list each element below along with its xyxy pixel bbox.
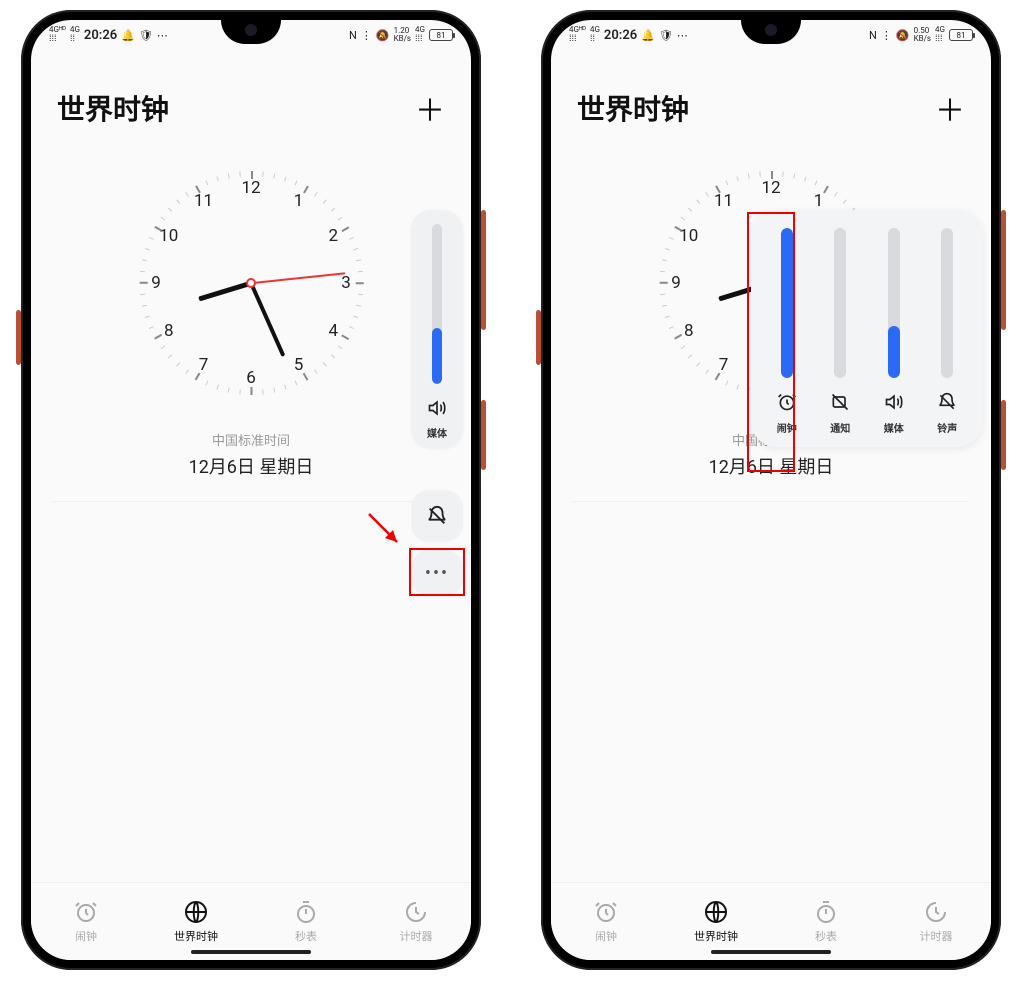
volume-col-notify[interactable]: 通知 bbox=[819, 228, 863, 435]
phone-left: 4Gᴴᴰ⁞⁞⁞ 4G⁞⁞ 20:26 🔔 🛡 ⋯ N ⋮ 🔕 1.20KB/s … bbox=[21, 10, 481, 970]
nfc-icon: N bbox=[349, 29, 357, 42]
stopwatch-icon bbox=[294, 900, 318, 924]
network-1: 4Gᴴᴰ⁞⁞⁞ bbox=[569, 26, 586, 44]
data-rate: 0.50KB/s bbox=[914, 27, 931, 43]
alarm-icon bbox=[74, 900, 98, 924]
speaker-icon bbox=[427, 398, 447, 423]
volume-col-ring[interactable]: 铃声 bbox=[926, 228, 970, 435]
add-city-button[interactable]: ＋ bbox=[935, 86, 965, 130]
status-time: 20:26 bbox=[84, 28, 117, 43]
analog-clock: 123456789101112 bbox=[136, 168, 366, 398]
add-city-button[interactable]: ＋ bbox=[415, 86, 445, 130]
page-title: 世界时钟 bbox=[57, 88, 169, 128]
volume-slider-notify[interactable] bbox=[834, 228, 846, 378]
globe-icon bbox=[704, 900, 728, 924]
side-button-volume bbox=[481, 210, 486, 330]
nav-alarm[interactable]: 闹钟 bbox=[31, 883, 141, 960]
nav-timer[interactable]: 计时器 bbox=[881, 883, 991, 960]
side-button-power bbox=[1001, 400, 1006, 470]
mute-button[interactable] bbox=[411, 490, 463, 542]
network-1: 4Gᴴᴰ⁞⁞⁞ bbox=[49, 26, 66, 44]
date-label: 12月6日 星期日 bbox=[189, 453, 314, 479]
side-button-volume bbox=[1001, 210, 1006, 330]
volume-col-media[interactable]: 媒体 bbox=[872, 228, 916, 435]
home-indicator[interactable] bbox=[191, 950, 311, 954]
bell-icon: 🔔 bbox=[641, 29, 655, 42]
annotation-box-more bbox=[409, 548, 465, 596]
world-clock: 123456789101112 中国标准时间 12月6日 星期日 bbox=[31, 138, 471, 479]
volume-slider-ring[interactable] bbox=[941, 228, 953, 378]
page-title: 世界时钟 bbox=[577, 88, 689, 128]
alarm-icon bbox=[594, 900, 618, 924]
divider bbox=[573, 501, 969, 502]
speaker-icon bbox=[884, 392, 904, 417]
volume-label: 媒体 bbox=[427, 425, 447, 440]
timer-icon bbox=[404, 900, 428, 924]
nav-world-clock[interactable]: 世界时钟 bbox=[141, 883, 251, 960]
nav-world-clock[interactable]: 世界时钟 bbox=[661, 883, 771, 960]
signal: 4G⁞⁞⁞ bbox=[935, 26, 945, 44]
dots-icon: ⋯ bbox=[677, 29, 688, 42]
dots-icon: ⋯ bbox=[157, 29, 168, 42]
nav-stopwatch[interactable]: 秒表 bbox=[251, 883, 361, 960]
nfc-icon: N bbox=[869, 29, 877, 42]
volume-hud[interactable]: 媒体 bbox=[411, 210, 463, 448]
bt-muted-icon: ⋮ bbox=[361, 29, 372, 42]
bell-icon: 🔔 bbox=[121, 29, 135, 42]
bottom-nav: 闹钟 世界时钟 秒表 计时器 bbox=[551, 882, 991, 960]
annotation-arrow bbox=[365, 510, 405, 550]
divider bbox=[53, 501, 449, 502]
volume-slider[interactable] bbox=[432, 224, 442, 384]
annotation-box-alarm bbox=[747, 212, 795, 472]
data-rate: 1.20KB/s bbox=[394, 27, 411, 43]
globe-icon bbox=[184, 900, 208, 924]
battery-icon: 81 bbox=[949, 29, 973, 41]
stopwatch-icon bbox=[814, 900, 838, 924]
battery-icon: 81 bbox=[429, 29, 453, 41]
shield-icon: 🛡 bbox=[139, 29, 153, 42]
phone-right: 4Gᴴᴰ⁞⁞⁞ 4G⁞⁞ 20:26 🔔 🛡 ⋯ N ⋮ 🔕 0.50KB/s … bbox=[541, 10, 1001, 970]
side-button-power bbox=[481, 400, 486, 470]
bell-off-icon bbox=[937, 392, 957, 417]
nav-stopwatch[interactable]: 秒表 bbox=[771, 883, 881, 960]
nav-timer[interactable]: 计时器 bbox=[361, 883, 471, 960]
timer-icon bbox=[924, 900, 948, 924]
nav-alarm[interactable]: 闹钟 bbox=[551, 883, 661, 960]
notify-off-icon bbox=[830, 392, 850, 417]
timezone-label: 中国标准时间 bbox=[212, 430, 290, 449]
shield-icon: 🛡 bbox=[659, 29, 673, 42]
home-indicator[interactable] bbox=[711, 950, 831, 954]
bt-muted-icon: ⋮ bbox=[881, 29, 892, 42]
network-2: 4G⁞⁞ bbox=[590, 26, 600, 44]
status-time: 20:26 bbox=[604, 28, 637, 43]
mute-icon: 🔕 bbox=[376, 29, 390, 42]
signal: 4G⁞⁞⁞ bbox=[415, 26, 425, 44]
network-2: 4G⁞⁞ bbox=[70, 26, 80, 44]
bottom-nav: 闹钟 世界时钟 秒表 计时器 bbox=[31, 882, 471, 960]
mute-icon: 🔕 bbox=[896, 29, 910, 42]
volume-slider-media[interactable] bbox=[888, 228, 900, 378]
